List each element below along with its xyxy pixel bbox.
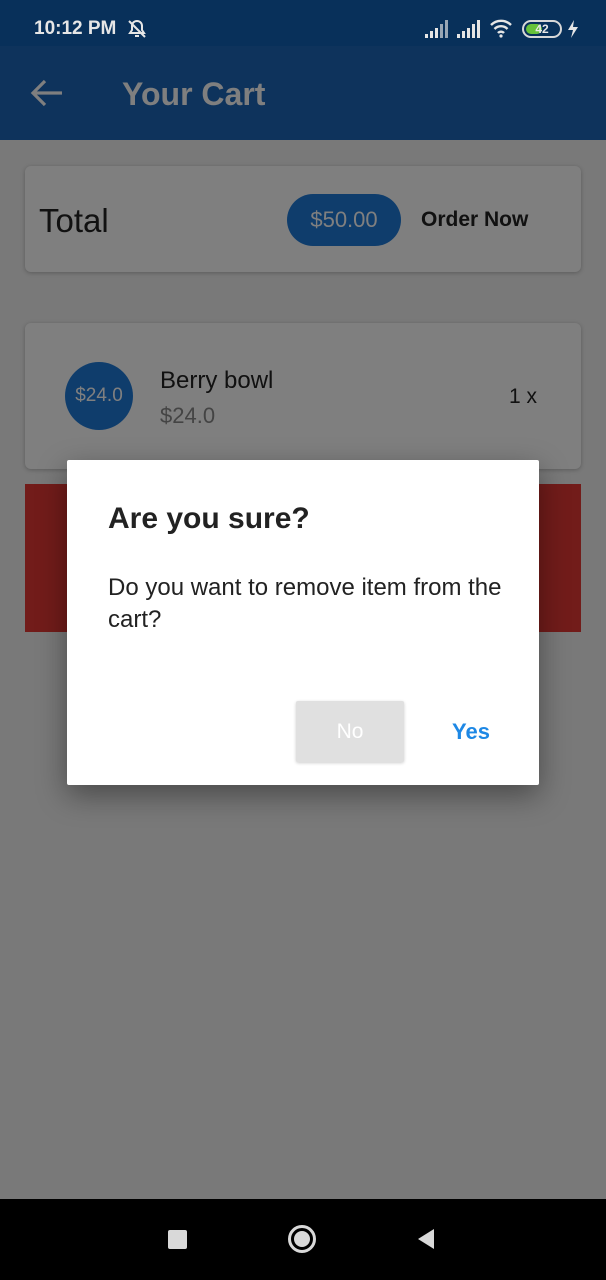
dialog-message: Do you want to remove item from the cart… — [108, 574, 502, 633]
back-icon[interactable] — [417, 1228, 435, 1250]
confirm-dialog: Are you sure? Do you want to remove item… — [67, 460, 539, 785]
yes-button[interactable]: Yes — [433, 701, 509, 762]
no-button[interactable]: No — [296, 701, 404, 762]
status-time: 10:12 PM — [34, 18, 117, 39]
dialog-title: Are you sure? — [108, 502, 310, 535]
wifi-icon — [490, 19, 512, 38]
recents-icon[interactable] — [168, 1230, 187, 1249]
charging-icon — [568, 20, 578, 38]
signal-icon — [457, 20, 480, 38]
do-not-disturb-icon — [128, 19, 146, 38]
navigation-bar — [0, 1199, 606, 1280]
status-bar: 10:12 PM 42 — [0, 0, 606, 46]
signal-icon — [425, 20, 448, 38]
battery-level: 42 — [535, 22, 549, 36]
home-icon[interactable] — [287, 1224, 317, 1254]
battery-icon: 42 — [522, 20, 562, 38]
